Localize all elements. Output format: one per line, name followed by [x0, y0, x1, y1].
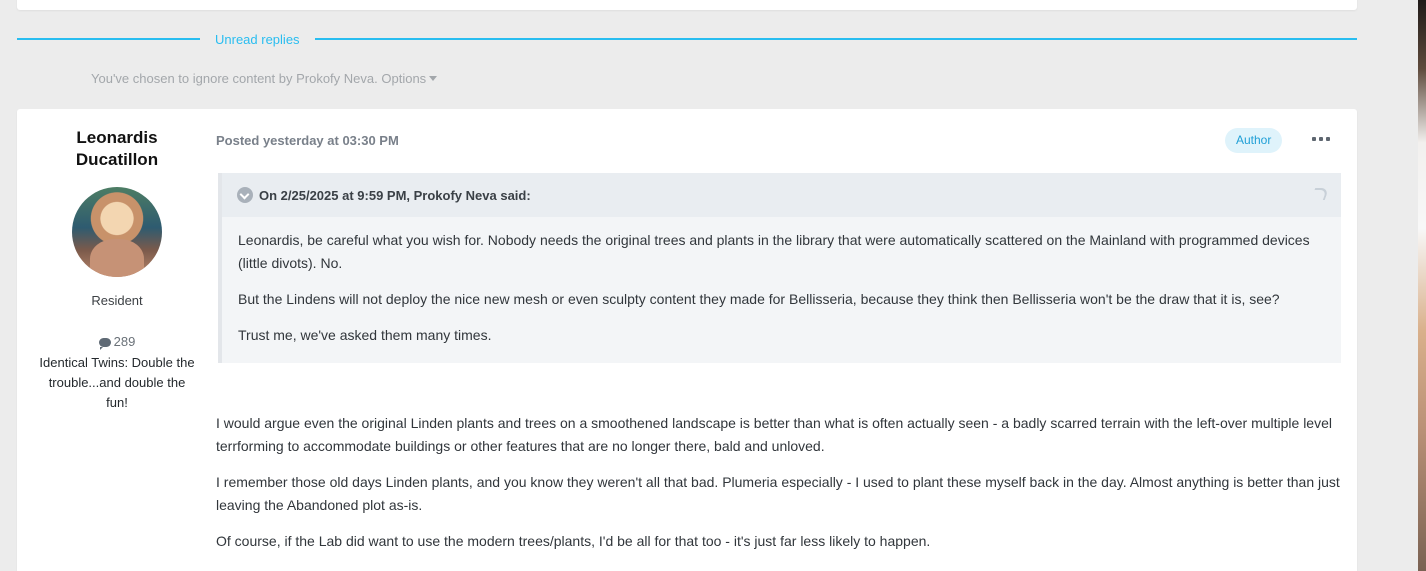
quote-paragraph: But the Lindens will not deploy the nice… [238, 291, 1280, 307]
comment-icon [98, 338, 111, 350]
options-label: Options [381, 71, 427, 86]
share-icon[interactable] [1310, 188, 1330, 200]
previous-post-card [17, 0, 1357, 10]
quote-paragraph: Trust me, we've asked them many times. [238, 327, 492, 343]
post-count-value: 289 [113, 334, 136, 349]
more-options-icon[interactable] [1312, 137, 1330, 143]
avatar[interactable] [72, 187, 162, 277]
quote-body: Leonardis, be careful what you wish for.… [222, 217, 1341, 347]
post-date[interactable]: Posted yesterday at 03:30 PM [216, 133, 399, 148]
member-title: Identical Twins: Double the trouble...an… [39, 355, 195, 410]
post-count: 289 [37, 334, 197, 350]
ignored-content-notice: You've chosen to ignore content by Proko… [91, 71, 438, 86]
post-paragraph: I would argue even the original Linden p… [216, 415, 1332, 454]
quoted-post: On 2/25/2025 at 9:59 PM, Prokofy Neva sa… [218, 173, 1341, 363]
quote-citation: On 2/25/2025 at 9:59 PM, Prokofy Neva sa… [259, 187, 531, 203]
ignored-content-text: You've chosen to ignore content by Proko… [91, 71, 378, 86]
post-body: I would argue even the original Linden p… [216, 412, 1342, 566]
divider-line-right [314, 38, 1357, 40]
unread-replies-label: Unread replies [215, 31, 300, 47]
unread-replies-divider: Unread replies [17, 29, 1357, 49]
quote-header[interactable]: On 2/25/2025 at 9:59 PM, Prokofy Neva sa… [222, 173, 1341, 217]
author-panel: Leonardis Ducatillon Resident 289 Identi… [37, 127, 197, 413]
post-paragraph: I remember those old days Linden plants,… [216, 474, 1340, 513]
background-window-edge [1418, 0, 1426, 571]
divider-line-left [17, 38, 200, 40]
quote-paragraph: Leonardis, be careful what you wish for.… [238, 232, 1310, 271]
member-rank: Resident [91, 293, 143, 308]
post-paragraph: Of course, if the Lab did want to use th… [216, 533, 931, 549]
forum-post: Leonardis Ducatillon Resident 289 Identi… [17, 109, 1357, 571]
author-badge: Author [1225, 128, 1283, 153]
chevron-down-icon[interactable] [237, 187, 253, 203]
author-name-link[interactable]: Leonardis Ducatillon [37, 127, 197, 171]
caret-down-icon [429, 76, 438, 81]
options-button[interactable]: Options [381, 71, 438, 86]
